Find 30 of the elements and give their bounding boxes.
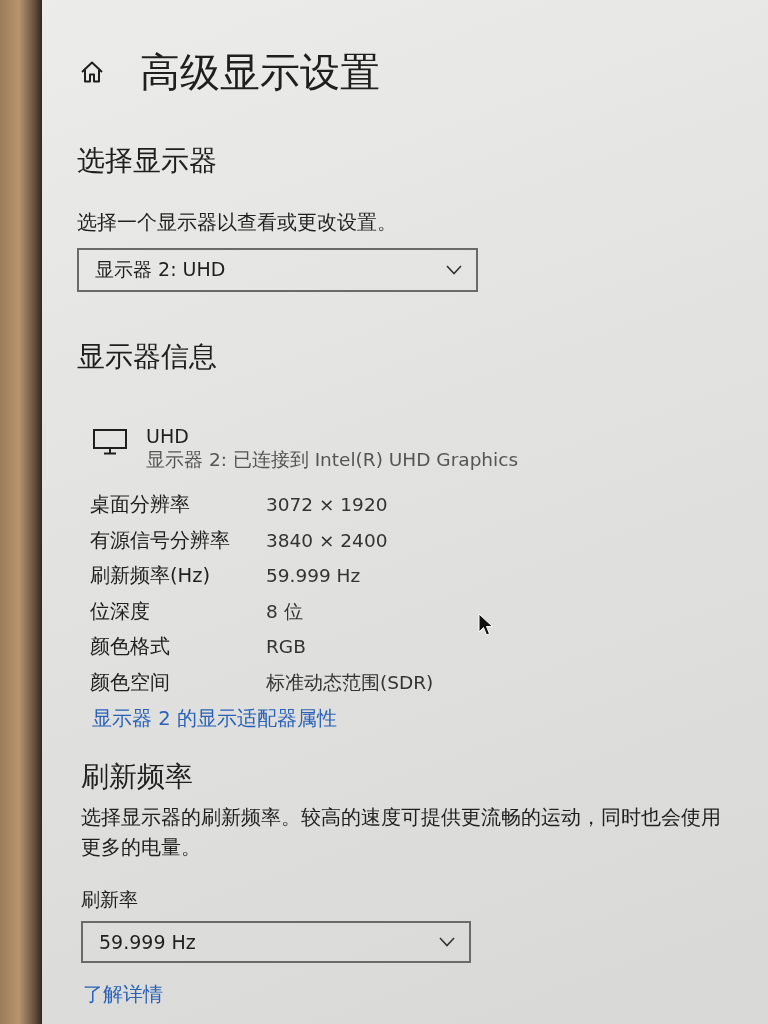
- mouse-cursor-icon: [478, 613, 494, 637]
- info-value: RGB: [266, 635, 306, 660]
- chevron-down-icon: [439, 936, 455, 947]
- adapter-properties-link[interactable]: 显示器 2 的显示适配器属性: [92, 700, 337, 736]
- monitor-icon: [93, 429, 127, 455]
- home-icon[interactable]: [80, 60, 104, 84]
- dropdown[interactable]: 59.999 Hz: [81, 920, 471, 963]
- info-value: 标准动态范围(SDR): [266, 670, 434, 695]
- info-value: 8 位: [266, 599, 303, 624]
- info-label: 位深度: [90, 598, 150, 625]
- chevron-down-icon: [446, 265, 462, 275]
- info-value: 59.999 Hz: [266, 564, 361, 589]
- field-label: 刷新率: [81, 886, 138, 912]
- section-heading: 显示器信息: [77, 339, 217, 375]
- info-label: 颜色空间: [90, 669, 170, 696]
- info-label: 有源信号分辨率: [90, 527, 230, 554]
- section-heading: 刷新频率: [81, 758, 193, 795]
- section-heading: 选择显示器: [77, 143, 217, 179]
- info-label: 刷新频率(Hz): [90, 563, 211, 590]
- description-text: 选择显示器的刷新频率。较高的速度可提供更流畅的运动，同时也会使用更多的电量。: [81, 804, 722, 861]
- monitor-connection: 显示器 2: 已连接到 Intel(R) UHD Graphics: [146, 448, 519, 472]
- dropdown[interactable]: 显示器 2: UHD: [77, 248, 478, 292]
- description-text: 选择一个显示器以查看或更改设置。: [77, 210, 398, 236]
- info-value: 3072 × 1920: [266, 493, 388, 517]
- info-label: 颜色格式: [90, 634, 170, 661]
- info-value: 3840 × 2400: [266, 528, 388, 553]
- monitor-name: UHD: [146, 424, 189, 448]
- info-label: 桌面分辨率: [90, 492, 190, 518]
- learn-more-link[interactable]: 了解详情: [83, 981, 163, 1008]
- page-title: 高级显示设置: [140, 48, 380, 96]
